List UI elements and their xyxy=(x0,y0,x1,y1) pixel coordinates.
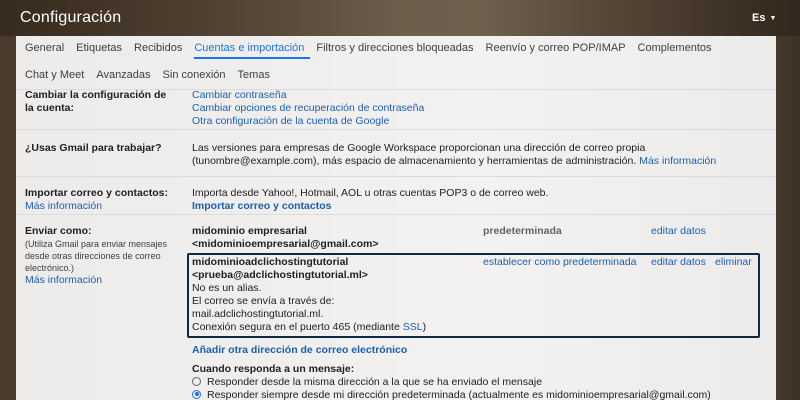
change-password-link[interactable]: Cambiar contraseña xyxy=(192,89,762,102)
language-label: Es xyxy=(752,12,766,24)
account-2-delete-link[interactable]: eliminar xyxy=(715,256,752,269)
account-2-alias-note: No es un alias. xyxy=(192,282,262,294)
import-more-info-link[interactable]: Más información xyxy=(25,200,175,213)
account-1-email: <midominioempresarial@gmail.com> xyxy=(192,238,379,250)
import-label: Importar correo y contactos: xyxy=(25,187,168,199)
row-import: Importar correo y contactos: Más informa… xyxy=(16,177,776,215)
account-1-edit-link[interactable]: editar datos xyxy=(651,225,706,238)
ssl-link[interactable]: SSL xyxy=(403,321,423,333)
tab-chat-meet[interactable]: Chat y Meet xyxy=(25,68,90,86)
row-workspace: ¿Usas Gmail para trabajar? Las versiones… xyxy=(16,130,776,177)
row-send-as: Enviar como: (Utiliza Gmail para enviar … xyxy=(16,215,776,400)
tab-addons[interactable]: Complementos xyxy=(638,41,718,59)
reply-option-1[interactable]: Responder desde la misma dirección a la … xyxy=(192,376,542,388)
workspace-label: ¿Usas Gmail para trabajar? xyxy=(25,142,162,154)
tab-inbox[interactable]: Recibidos xyxy=(134,41,188,59)
tab-offline[interactable]: Sin conexión xyxy=(163,68,232,86)
account-settings-links: Cambiar contraseña Cambiar opciones de r… xyxy=(192,89,762,128)
make-default-link[interactable]: establecer como predeterminada xyxy=(483,256,637,269)
send-as-help-line2: desde otras direcciones de correo xyxy=(25,251,161,261)
account-2-via-line2: mail.adclichostingtutorial.ml. xyxy=(192,308,324,320)
send-as-help-line3: electrónico.) xyxy=(25,263,75,273)
send-as-label-block: Enviar como: (Utiliza Gmail para enviar … xyxy=(25,225,175,287)
account-1-name: midominio empresarial xyxy=(192,225,307,237)
tabs-row-2: Chat y Meet Avanzadas Sin conexión Temas xyxy=(25,68,282,86)
settings-panel: General Etiquetas Recibidos Cuentas e im… xyxy=(16,36,776,400)
reply-option-1-radio[interactable] xyxy=(192,376,201,386)
reply-option-1-label: Responder desde la misma dirección a la … xyxy=(207,376,543,388)
reply-option-2[interactable]: Responder siempre desde mi dirección pre… xyxy=(192,389,711,400)
workspace-text: Las versiones para empresas de Google Wo… xyxy=(192,142,762,168)
tab-filters[interactable]: Filtros y direcciones bloqueadas xyxy=(316,41,479,59)
add-email-address-link[interactable]: Añadir otra dirección de correo electrón… xyxy=(192,344,407,356)
change-recovery-link[interactable]: Cambiar opciones de recuperación de cont… xyxy=(192,102,762,115)
import-text: Importa desde Yahoo!, Hotmail, AOL u otr… xyxy=(192,187,549,199)
page-title: Configuración xyxy=(20,9,122,26)
account-2-via-line1: El correo se envía a través de: xyxy=(192,295,335,307)
account-2-details: midominioadclichostingtutorial <prueba@a… xyxy=(192,256,426,334)
reply-option-2-radio[interactable] xyxy=(192,389,201,399)
send-as-account-highlighted: midominioadclichostingtutorial <prueba@a… xyxy=(187,253,760,338)
tab-accounts-import[interactable]: Cuentas e importación xyxy=(194,41,311,59)
send-as-account-default: midominio empresarial <midominioempresar… xyxy=(192,225,762,253)
account-2-edit-link[interactable]: editar datos xyxy=(651,256,706,269)
import-label-block: Importar correo y contactos: Más informa… xyxy=(25,187,175,213)
workspace-more-info-link[interactable]: Más información xyxy=(639,155,716,167)
other-google-settings-link[interactable]: Otra configuración de la cuenta de Googl… xyxy=(192,115,762,128)
send-as-label: Enviar como: xyxy=(25,225,92,237)
tab-forwarding[interactable]: Reenvío y correo POP/IMAP xyxy=(486,41,632,59)
reply-heading: Cuando responda a un mensaje: xyxy=(192,363,355,375)
tabs-row-1: General Etiquetas Recibidos Cuentas e im… xyxy=(25,41,724,59)
chevron-down-icon: ▼ xyxy=(769,14,777,22)
send-as-more-info-link[interactable]: Más información xyxy=(25,274,175,287)
reply-option-2-label: Responder siempre desde mi dirección pre… xyxy=(207,389,711,400)
import-action-link[interactable]: Importar correo y contactos xyxy=(192,200,762,213)
account-1-default-badge: predeterminada xyxy=(483,225,562,237)
language-selector[interactable]: Es ▼ xyxy=(752,12,776,24)
top-bar: Configuración Es ▼ xyxy=(0,0,800,36)
send-as-help-line1: (Utiliza Gmail para enviar mensajes xyxy=(25,239,168,249)
row-account-settings: Cambiar la configuración de la cuenta: C… xyxy=(16,89,776,130)
account-2-email: <prueba@adclichostingtutorial.ml> xyxy=(192,269,368,281)
tab-themes[interactable]: Temas xyxy=(238,68,276,86)
tab-advanced[interactable]: Avanzadas xyxy=(96,68,156,86)
secure-prefix: Conexión segura en el puerto 465 (median… xyxy=(192,321,403,333)
account-1-identity: midominio empresarial <midominioempresar… xyxy=(192,225,378,251)
tab-labels[interactable]: Etiquetas xyxy=(76,41,128,59)
secure-suffix: ) xyxy=(422,321,427,333)
account-2-secure-line: Conexión segura en el puerto 465 (median… xyxy=(192,321,426,334)
import-value: Importa desde Yahoo!, Hotmail, AOL u otr… xyxy=(192,187,762,213)
settings-tabs: General Etiquetas Recibidos Cuentas e im… xyxy=(16,36,776,90)
account-2-name: midominioadclichostingtutorial xyxy=(192,256,349,268)
tab-general[interactable]: General xyxy=(25,41,70,59)
workspace-text-line1: Las versiones para empresas de Google Wo… xyxy=(192,142,646,154)
account-settings-label: Cambiar la configuración de la cuenta: xyxy=(25,89,167,114)
workspace-text-line2: (tunombre@example.com), más espacio de a… xyxy=(192,155,637,167)
settings-rows: Cambiar la configuración de la cuenta: C… xyxy=(16,89,776,400)
